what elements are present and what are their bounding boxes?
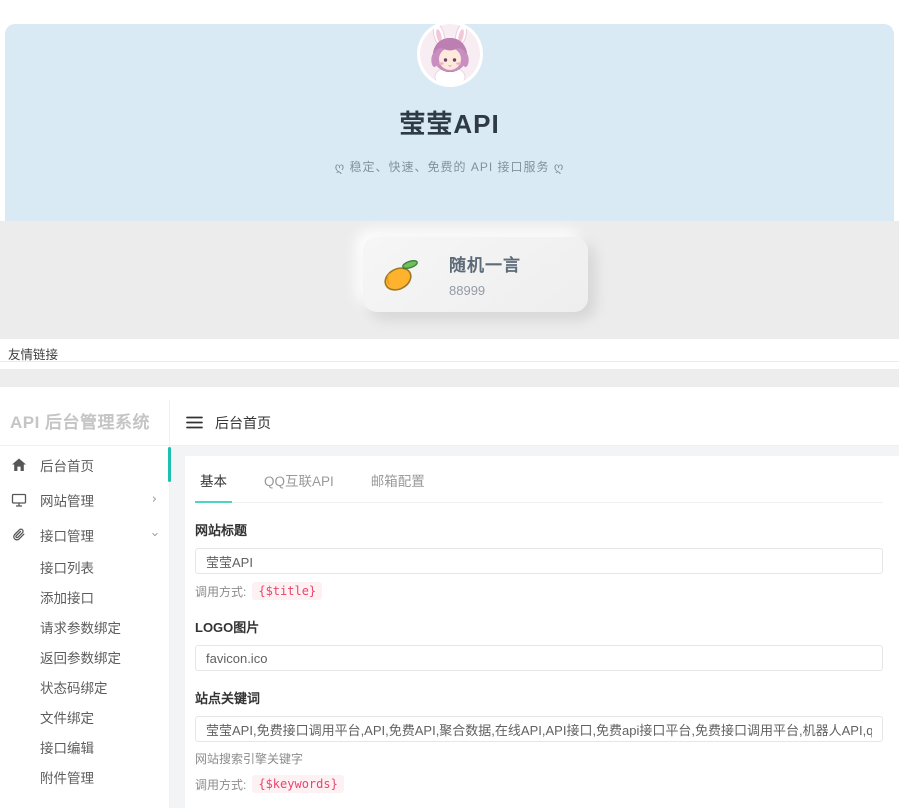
sidebar-subitem-request-params[interactable]: 请求参数绑定 (0, 612, 169, 642)
chevron-right-icon: › (152, 492, 157, 507)
sidebar-subitem-api-edit[interactable]: 接口编辑 (0, 732, 169, 762)
hamburger-menu-icon[interactable] (186, 416, 203, 429)
sidebar-subitem-file-binding[interactable]: 文件绑定 (0, 702, 169, 732)
site-title: 莹莹API (5, 104, 894, 141)
admin-panel: API 后台管理系统 后台首页 网站管理 › 接口管理 (0, 400, 899, 808)
friend-links-heading: 友情链接 (0, 339, 899, 362)
sidebar-subitem-api-list[interactable]: 接口列表 (0, 552, 169, 582)
monitor-icon (11, 492, 27, 508)
tab-basic[interactable]: 基本 (195, 460, 232, 503)
tab-qq-connect-api[interactable]: QQ互联API (259, 460, 339, 502)
settings-tabs: 基本 QQ互联API 邮箱配置 (195, 460, 883, 503)
keywords-help1: 网站搜索引擎关键字 (195, 750, 883, 767)
mango-icon (377, 253, 421, 297)
tab-email-config[interactable]: 邮箱配置 (366, 460, 430, 502)
admin-topbar: 后台首页 (170, 400, 899, 446)
sidebar-scrollbar-thumb[interactable] (168, 447, 171, 482)
paperclip-icon (11, 527, 27, 543)
sidebar-item-api-management[interactable]: 接口管理 › (0, 517, 169, 552)
admin-content: 后台首页 基本 QQ互联API 邮箱配置 网站标题 调用方式: {$title}… (170, 400, 899, 808)
quote-card-count: 88999 (449, 283, 521, 298)
sidebar-item-label: 后台首页 (40, 455, 157, 475)
site-title-help: 调用方式: {$title} (195, 582, 883, 600)
keywords-help2: 调用方式: {$keywords} (195, 775, 883, 793)
breadcrumb: 后台首页 (215, 413, 271, 433)
sidebar-subitem-status-codes[interactable]: 状态码绑定 (0, 672, 169, 702)
site-title-label: 网站标题 (195, 520, 883, 539)
footer-divider-bar (0, 369, 899, 387)
api-cards-section: 随机一言 88999 (0, 221, 899, 339)
help-prefix: 调用方式: (195, 583, 246, 600)
sidebar-item-site-management[interactable]: 网站管理 › (0, 482, 169, 517)
sidebar-item-friend-links[interactable]: 友链管理 › (0, 800, 169, 808)
help-prefix: 调用方式: (195, 776, 246, 793)
admin-sidebar: API 后台管理系统 后台首页 网站管理 › 接口管理 (0, 400, 170, 808)
sidebar-item-dashboard[interactable]: 后台首页 (0, 447, 169, 482)
admin-logo: API 后台管理系统 (0, 400, 169, 446)
site-avatar (420, 24, 480, 84)
keywords-label: 站点关键词 (195, 688, 883, 707)
logo-image-input[interactable] (195, 645, 883, 671)
sidebar-item-label: 网站管理 (40, 490, 152, 510)
sidebar-subitem-add-api[interactable]: 添加接口 (0, 582, 169, 612)
logo-image-label: LOGO图片 (195, 617, 883, 636)
title-variable-chip: {$title} (252, 582, 322, 600)
site-title-input[interactable] (195, 548, 883, 574)
anime-girl-avatar-image (420, 24, 480, 84)
hero-banner: 莹莹API ღ 稳定、快速、免费的 API 接口服务 ღ (5, 24, 894, 221)
sidebar-subitem-response-params[interactable]: 返回参数绑定 (0, 642, 169, 672)
site-subtitle: ღ 稳定、快速、免费的 API 接口服务 ღ (5, 158, 894, 175)
settings-panel: 基本 QQ互联API 邮箱配置 网站标题 调用方式: {$title} LOGO… (185, 456, 899, 808)
sidebar-subitem-attachments[interactable]: 附件管理 (0, 762, 169, 792)
quote-card-text: 随机一言 88999 (449, 251, 521, 298)
sidebar-menu: 后台首页 网站管理 › 接口管理 › 接口列表 添加接口 请求参数绑定 返回参数… (0, 446, 169, 808)
keywords-variable-chip: {$keywords} (252, 775, 343, 793)
random-quote-api-card[interactable]: 随机一言 88999 (363, 237, 588, 312)
keywords-input[interactable] (195, 716, 883, 742)
sidebar-item-label: 接口管理 (40, 525, 152, 545)
chevron-down-icon: › (147, 532, 162, 537)
home-icon (11, 457, 27, 473)
quote-card-title: 随机一言 (449, 251, 521, 276)
